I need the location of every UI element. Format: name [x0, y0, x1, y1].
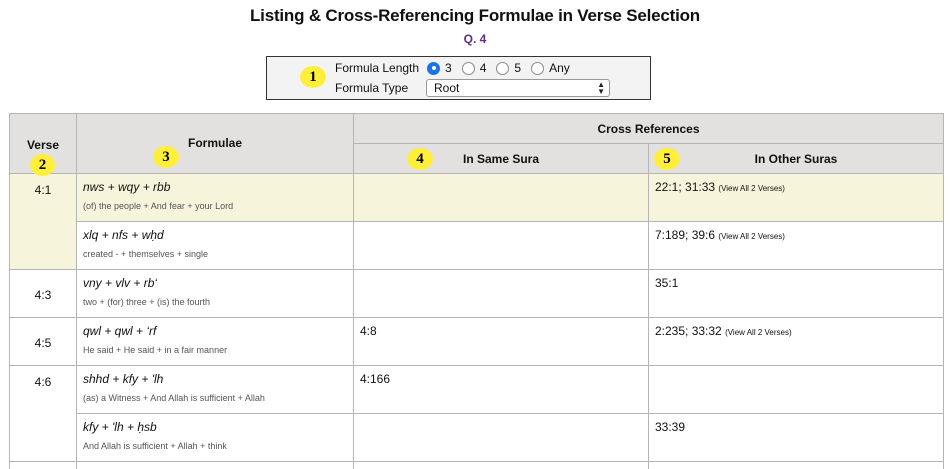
- verse-cell[interactable]: 4:6: [9, 365, 77, 462]
- table-row: 4:6 shhd + kfy + 'lh (as) a Witness + An…: [9, 365, 944, 462]
- formulae-table: Verse 2 Formulae 3 Cross References 4 In…: [9, 113, 944, 469]
- formula-type-select[interactable]: Root ▲ ▼: [426, 79, 610, 97]
- other-suras-refs[interactable]: 2:235; 33:32: [655, 324, 722, 338]
- formula-text: qwl + qwl + ‘rf: [83, 324, 157, 338]
- formula-text: xlq + nfs + wḥd: [83, 228, 164, 242]
- other-suras-refs[interactable]: 22:1; 31:33: [655, 180, 715, 194]
- other-suras-header-label: In Other Suras: [754, 151, 838, 166]
- other-suras-refs[interactable]: 33:39: [655, 420, 685, 434]
- other-suras-refs[interactable]: 7:189; 39:6: [655, 228, 715, 242]
- same-sura-cell[interactable]: 4:8: [353, 317, 649, 366]
- formulae-header: Formulae 3: [76, 113, 354, 174]
- verse-header-label: Verse: [26, 138, 60, 152]
- empty-cell: [9, 461, 77, 469]
- same-sura-cell[interactable]: 4:166: [353, 365, 649, 414]
- formula-gloss: (of) the people + And fear + your Lord: [83, 201, 234, 211]
- radio-button[interactable]: [461, 61, 475, 75]
- empty-cell: [76, 461, 354, 469]
- formula-text: nws + wqy + rbb: [83, 180, 171, 194]
- other-suras-cell: 22:1; 31:33 (View All 2 Verses): [648, 173, 944, 222]
- same-sura-cell: [353, 221, 649, 270]
- length-option-3[interactable]: 3: [427, 61, 452, 75]
- formula-text: shhd + kfy + 'lh: [83, 372, 164, 386]
- formula-gloss: He said + He said + in a fair manner: [83, 345, 228, 355]
- formula-gloss: (as) a Witness + And Allah is sufficient…: [83, 393, 265, 403]
- other-suras-cell: [648, 365, 944, 414]
- same-sura-cell: [353, 173, 649, 222]
- formula-cell: qwl + qwl + ‘rf He said + He said + in a…: [76, 317, 354, 366]
- verse-header: Verse 2: [9, 113, 77, 176]
- formula-cell: nws + wqy + rbb (of) the people + And fe…: [76, 173, 354, 222]
- table-row-partial: [9, 461, 944, 469]
- formula-type-value: Root: [434, 81, 460, 95]
- view-all-link[interactable]: (View All 2 Verses): [718, 232, 785, 241]
- table-row: 4:3 vny + vlv + rb‘ two + (for) three + …: [9, 269, 944, 318]
- formula-type-label: Formula Type: [335, 81, 409, 95]
- length-option-4[interactable]: 4: [461, 61, 487, 75]
- formula-gloss: created - + themselves + single: [83, 249, 209, 259]
- same-sura-header: 4 In Same Sura: [353, 143, 649, 174]
- table-header-row: Verse 2 Formulae 3 Cross References: [9, 113, 944, 176]
- length-option-label: 3: [445, 61, 452, 75]
- same-sura-header-label: In Same Sura: [462, 151, 540, 166]
- annotation-badge-5: 5: [654, 148, 680, 170]
- formula-text: vny + vlv + rb‘: [83, 276, 158, 290]
- cross-references-header: Cross References: [353, 113, 944, 144]
- empty-cell: [353, 461, 649, 469]
- formulae-header-label: Formulae: [187, 136, 242, 150]
- formula-gloss: And Allah is sufficient + Allah + think: [83, 441, 227, 451]
- same-sura-cell: [353, 269, 649, 318]
- other-suras-cell: 2:235; 33:32 (View All 2 Verses): [648, 317, 944, 366]
- annotation-badge-1: 1: [300, 66, 326, 88]
- radio-button[interactable]: [531, 61, 545, 75]
- length-option-any[interactable]: Any: [531, 61, 570, 75]
- table-row: kfy + 'lh + ḥsb And Allah is sufficient …: [10, 413, 944, 462]
- formula-length-radio-group: 3 4 5 Any: [427, 61, 580, 75]
- length-option-label: 5: [514, 61, 522, 75]
- length-option-label: Any: [549, 61, 570, 75]
- table-row: 4:1 nws + wqy + rbb (of) the people + An…: [9, 173, 944, 270]
- formula-cell: shhd + kfy + 'lh (as) a Witness + And Al…: [76, 365, 354, 414]
- sura-link[interactable]: Q. 4: [0, 32, 950, 46]
- verse-cell[interactable]: 4:3: [9, 269, 77, 318]
- view-all-link[interactable]: (View All 2 Verses): [725, 328, 792, 337]
- annotation-badge-4: 4: [407, 148, 433, 170]
- length-option-label: 4: [479, 61, 487, 75]
- annotation-badge-3: 3: [153, 146, 179, 168]
- table-row: 4:5 qwl + qwl + ‘rf He said + He said + …: [9, 317, 944, 366]
- annotation-badge-2: 2: [30, 154, 55, 176]
- same-sura-cell: [353, 413, 649, 462]
- length-option-5[interactable]: 5: [496, 61, 521, 75]
- formula-cell: vny + vlv + rb‘ two + (for) three + (is)…: [76, 269, 354, 318]
- select-arrows-icon: ▲ ▼: [597, 80, 605, 96]
- other-suras-refs[interactable]: 35:1: [655, 276, 678, 290]
- formula-length-label: Formula Length: [335, 61, 420, 75]
- radio-button[interactable]: [496, 61, 510, 75]
- filter-panel: 1 Formula Length 3 4 5 Any Formula Type …: [266, 56, 651, 100]
- formula-cell: xlq + nfs + wḥd created - + themselves +…: [76, 221, 354, 270]
- other-suras-cell: 33:39: [648, 413, 944, 462]
- other-suras-header: 5 In Other Suras: [648, 143, 944, 174]
- empty-cell: [648, 461, 944, 469]
- formula-text: kfy + 'lh + ḥsb: [83, 420, 157, 434]
- other-suras-cell: 35:1: [648, 269, 944, 318]
- table-row: xlq + nfs + wḥd created - + themselves +…: [10, 221, 944, 270]
- verse-cell[interactable]: 4:5: [9, 317, 77, 366]
- formula-cell: kfy + 'lh + ḥsb And Allah is sufficient …: [76, 413, 354, 462]
- view-all-link[interactable]: (View All 2 Verses): [718, 184, 785, 193]
- other-suras-cell: 7:189; 39:6 (View All 2 Verses): [648, 221, 944, 270]
- formula-gloss: two + (for) three + (is) the fourth: [83, 297, 211, 307]
- radio-button-selected[interactable]: [427, 61, 440, 75]
- page-title: Listing & Cross-Referencing Formulae in …: [249, 6, 700, 25]
- verse-cell[interactable]: 4:1: [9, 173, 77, 270]
